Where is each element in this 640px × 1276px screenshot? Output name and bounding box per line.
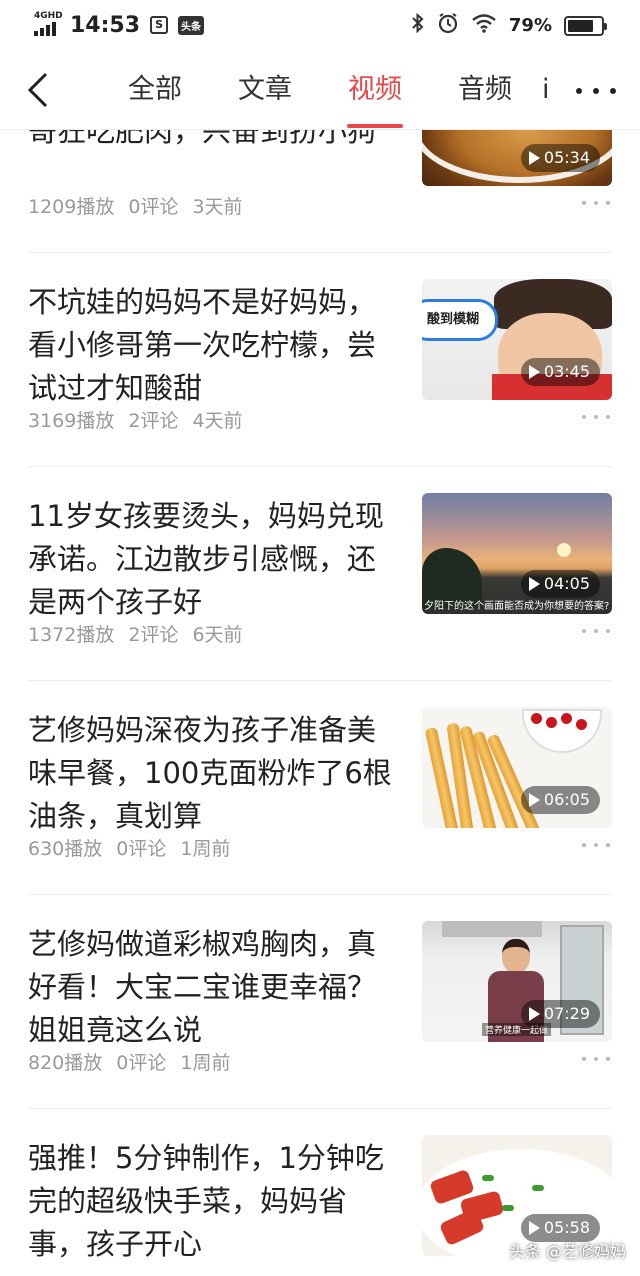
duration-text: 03:45 (543, 362, 590, 381)
list-item[interactable]: 不坑娃的妈妈不是好妈妈，看小修哥第一次吃柠檬，尝试过才知酸甜 3169播放 2评… (28, 253, 612, 467)
comment-count: 0评论 (128, 196, 179, 218)
play-count: 630播放 (28, 838, 103, 860)
network-type: 4GHD (34, 11, 63, 21)
tab-videos[interactable]: 视频 (320, 52, 430, 130)
video-meta: 1372播放 2评论 6天前 (28, 620, 243, 647)
clock: 14:53 (70, 12, 141, 38)
duration-text: 05:34 (543, 148, 590, 167)
list-item[interactable]: 吉祥如意，味道绝了。小修哥狂吃肥肉，兴奋到扮小狗 1209播放 0评论 3天前 … (28, 130, 612, 253)
play-count: 820播放 (28, 1052, 103, 1074)
duration-text: 06:05 (543, 790, 590, 809)
thumb-caption: 酸到模糊 (422, 299, 498, 341)
list-item[interactable]: 艺修妈妈深夜为孩子准备美味早餐，100克面粉炸了6根油条，真划算 630播放 0… (28, 681, 612, 895)
play-count: 1209播放 (28, 196, 115, 218)
silent-icon: S (150, 16, 169, 34)
tab-audio[interactable]: 音频 (430, 52, 540, 130)
play-icon (528, 577, 540, 591)
video-duration: 06:05 (520, 786, 600, 814)
video-title[interactable]: 艺修妈妈深夜为孩子准备美味早餐，100克面粉炸了6根油条，真划算 (28, 709, 398, 838)
signal-icon: 4GHD (34, 11, 63, 38)
play-icon (528, 365, 540, 379)
video-meta: 820播放 0评论 1周前 (28, 1048, 230, 1075)
video-title[interactable]: 吉祥如意，味道绝了。小修哥狂吃肥肉，兴奋到扮小狗 (28, 130, 398, 153)
tab-articles[interactable]: 文章 (210, 52, 320, 130)
publish-time: 1周前 (180, 838, 231, 860)
category-tabs: 全部 文章 视频 音频 i (100, 52, 560, 130)
comment-count: 2评论 (128, 624, 179, 646)
video-meta: 1209播放 0评论 3天前 (28, 192, 243, 219)
video-duration: 03:45 (520, 358, 600, 386)
thumb-caption: 夕阳下的这个画面能否成为你想要的答案? (424, 601, 610, 612)
toutiao-app-icon: 头条 (178, 15, 205, 35)
video-thumbnail[interactable]: 夕阳下的这个画面能否成为你想要的答案? 04:05 (422, 493, 612, 614)
item-more-button[interactable] (582, 1055, 610, 1063)
chevron-left-icon (27, 72, 48, 108)
video-title[interactable]: 11岁女孩要烫头，妈妈兑现承诺。江边散步引感慨，还是两个孩子好 (28, 495, 398, 624)
publish-time: 3天前 (192, 196, 243, 218)
battery-icon (564, 15, 607, 36)
item-more-button[interactable] (582, 413, 610, 421)
status-bar: 4GHD 14:53 S 头条 79% (0, 0, 640, 52)
tab-partial[interactable]: i (540, 52, 560, 130)
video-meta: 630播放 0评论 1周前 (28, 834, 230, 861)
list-item[interactable]: 艺修妈做道彩椒鸡胸肉，真好看！大宝二宝谁更幸福？姐姐竟这么说 820播放 0评论… (28, 895, 612, 1109)
video-meta: 3169播放 2评论 4天前 (28, 406, 243, 433)
play-count: 3169播放 (28, 410, 115, 432)
play-icon (528, 151, 540, 165)
play-icon (528, 793, 540, 807)
video-title[interactable]: 强推！5分钟制作，1分钟吃完的超级快手菜，妈妈省事，孩子开心 (28, 1137, 398, 1266)
alarm-icon (437, 12, 459, 39)
comment-count: 2评论 (128, 410, 179, 432)
comment-count: 0评论 (116, 838, 167, 860)
top-nav: 全部 文章 视频 音频 i (0, 52, 640, 130)
item-more-button[interactable] (582, 841, 610, 849)
watermark: 头条 @艺修妈妈 (508, 1242, 626, 1261)
play-icon (528, 1007, 540, 1021)
video-thumbnail[interactable]: 05:34 (422, 130, 612, 186)
battery-percent: 79% (508, 15, 552, 36)
publish-time: 6天前 (192, 624, 243, 646)
video-thumbnail[interactable]: 营养健康一起做 07:29 (422, 921, 612, 1042)
video-duration: 04:05 (520, 570, 600, 598)
video-feed[interactable]: 吉祥如意，味道绝了。小修哥狂吃肥肉，兴奋到扮小狗 1209播放 0评论 3天前 … (0, 130, 640, 1276)
comment-count: 0评论 (116, 1052, 167, 1074)
back-button[interactable] (20, 70, 60, 110)
video-thumbnail[interactable]: 酸到模糊 03:45 (422, 279, 612, 400)
video-duration: 05:34 (520, 144, 600, 172)
list-item[interactable]: 11岁女孩要烫头，妈妈兑现承诺。江边散步引感慨，还是两个孩子好 1372播放 2… (28, 467, 612, 681)
more-options-button[interactable] (576, 74, 616, 108)
bluetooth-icon (411, 12, 425, 38)
video-title[interactable]: 艺修妈做道彩椒鸡胸肉，真好看！大宝二宝谁更幸福？姐姐竟这么说 (28, 923, 398, 1052)
play-count: 1372播放 (28, 624, 115, 646)
item-more-button[interactable] (582, 199, 610, 207)
publish-time: 1周前 (180, 1052, 231, 1074)
duration-text: 04:05 (543, 574, 590, 593)
video-duration: 07:29 (520, 1000, 600, 1028)
play-icon (528, 1221, 540, 1235)
wifi-icon (471, 13, 497, 38)
tab-all[interactable]: 全部 (100, 52, 210, 130)
duration-text: 07:29 (543, 1004, 590, 1023)
video-title[interactable]: 不坑娃的妈妈不是好妈妈，看小修哥第一次吃柠檬，尝试过才知酸甜 (28, 281, 398, 410)
item-more-button[interactable] (582, 627, 610, 635)
video-thumbnail[interactable]: 06:05 (422, 707, 612, 828)
publish-time: 4天前 (192, 410, 243, 432)
